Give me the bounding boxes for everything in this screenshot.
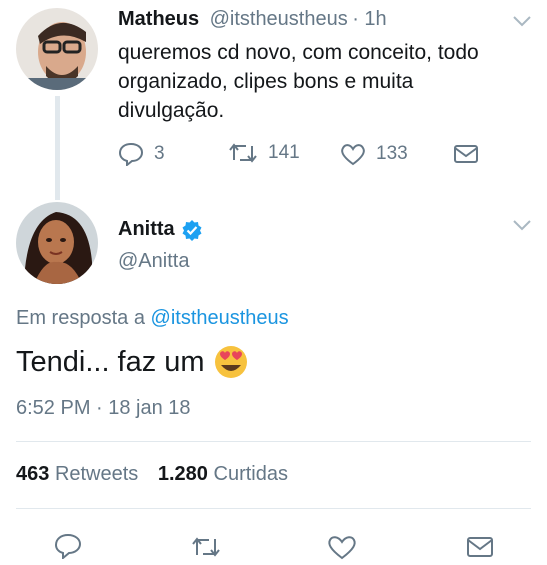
tweet-text: Tendi... faz um bbox=[16, 345, 205, 378]
chevron-down-icon[interactable] bbox=[512, 14, 532, 33]
reply-prefix: Em resposta a bbox=[16, 307, 145, 329]
thread-connector bbox=[55, 96, 60, 200]
reply-icon bbox=[54, 533, 82, 561]
divider bbox=[16, 441, 531, 442]
retweet-stat[interactable]: 463 Retweets bbox=[16, 463, 144, 485]
heart-eyes-emoji-icon bbox=[214, 346, 247, 378]
retweet-icon bbox=[229, 143, 257, 163]
chevron-down-icon[interactable] bbox=[512, 218, 532, 237]
avatar-anitta[interactable] bbox=[16, 202, 98, 284]
retweet-count: 141 bbox=[268, 142, 300, 163]
retweet-icon bbox=[192, 537, 220, 557]
author-handle[interactable]: @itstheustheus bbox=[210, 8, 348, 30]
reply-count: 3 bbox=[154, 143, 165, 164]
avatar-matheus[interactable] bbox=[16, 8, 98, 90]
reply-context: Em resposta a @itstheustheus bbox=[16, 307, 289, 330]
reply-to-link[interactable]: @itstheustheus bbox=[151, 307, 289, 329]
heart-icon bbox=[341, 144, 365, 166]
reply-text-line: divulgação. bbox=[118, 99, 225, 122]
tweet-timestamp[interactable]: 6:52 PM · 18 jan 18 bbox=[16, 397, 191, 420]
main-author: Anitta bbox=[118, 218, 203, 241]
reply-header: Matheus @itstheustheus · 1h bbox=[118, 8, 387, 31]
main-retweet-button[interactable] bbox=[190, 535, 222, 564]
like-count: 133 bbox=[376, 143, 408, 164]
mail-icon bbox=[454, 145, 478, 163]
reply-action[interactable]: 3 bbox=[118, 142, 165, 166]
author-name[interactable]: Matheus bbox=[118, 8, 199, 30]
retweet-total: 463 bbox=[16, 463, 50, 485]
reply-text-line: organizado, clipes bons e muita bbox=[118, 70, 414, 93]
verified-badge-icon bbox=[182, 219, 202, 241]
reply-text: queremos cd novo, com conceito, todo org… bbox=[118, 38, 538, 125]
like-total: 1.280 bbox=[157, 463, 208, 485]
main-reply-button[interactable] bbox=[54, 533, 82, 564]
divider bbox=[16, 508, 531, 509]
like-stat[interactable]: 1.280 Curtidas bbox=[158, 463, 288, 485]
engagement-stats: 463 Retweets 1.280 Curtidas bbox=[16, 463, 288, 486]
like-action[interactable]: 133 bbox=[340, 142, 408, 166]
tweet-time[interactable]: · 1h bbox=[352, 8, 386, 30]
retweet-action[interactable]: 141 bbox=[228, 142, 300, 164]
author-name[interactable]: Anitta bbox=[118, 218, 175, 241]
author-handle[interactable]: @Anitta bbox=[118, 250, 189, 273]
dm-action[interactable] bbox=[453, 144, 489, 164]
heart-icon bbox=[328, 536, 356, 560]
retweet-label: Retweets bbox=[54, 463, 139, 485]
like-label: Curtidas bbox=[213, 463, 288, 485]
mail-icon bbox=[467, 537, 493, 557]
reply-text-line: queremos cd novo, com conceito, todo bbox=[118, 41, 479, 64]
main-tweet-text: Tendi... faz um bbox=[16, 344, 251, 380]
reply-icon bbox=[118, 142, 144, 166]
main-like-button[interactable] bbox=[327, 534, 357, 565]
